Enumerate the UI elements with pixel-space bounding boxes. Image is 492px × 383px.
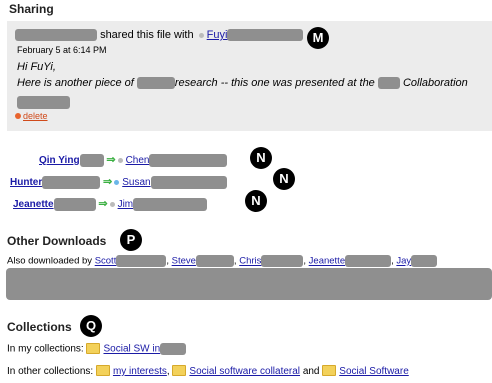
other-downloads-heading: Other Downloads xyxy=(7,234,107,248)
annotation-badge-n: N xyxy=(250,147,272,169)
sharing-panel: shared this file with Fuyi M February 5 … xyxy=(7,21,492,131)
share-text: shared this file with xyxy=(100,29,194,41)
presence-icon xyxy=(198,32,204,38)
share-to-link[interactable]: Chen xyxy=(126,155,150,166)
other-collections-row: In other collections: my interests, Soci… xyxy=(7,365,409,378)
folder-icon xyxy=(95,365,110,376)
sharing-heading: Sharing xyxy=(9,2,54,16)
redacted-name xyxy=(149,153,228,167)
redacted-name xyxy=(150,175,227,189)
message-body-end: Collaboration xyxy=(402,77,468,89)
redacted-signature xyxy=(17,96,70,109)
share-to-link[interactable]: Susan xyxy=(122,177,150,188)
annotation-badge-p: P xyxy=(120,229,142,251)
message-greeting: Hi FuYi, xyxy=(17,61,56,73)
folder-icon xyxy=(86,342,101,354)
delete-link[interactable]: delete xyxy=(23,111,48,121)
folder-icon xyxy=(322,365,337,376)
and-text: and xyxy=(302,366,320,378)
redacted-user xyxy=(15,29,97,42)
redacted-name xyxy=(261,255,304,267)
downloader-link[interactable]: Jay xyxy=(396,256,411,267)
my-collections-prefix: In my collections: xyxy=(7,343,84,355)
downloader-link[interactable]: Scott xyxy=(95,256,117,267)
share-to-link[interactable]: Jim xyxy=(118,199,134,210)
redacted-name xyxy=(411,255,438,267)
redacted-block xyxy=(6,268,492,300)
annotation-badge-n: N xyxy=(273,168,295,190)
redacted-name xyxy=(42,175,101,189)
collection-link[interactable]: Social SW in xyxy=(103,344,160,355)
redacted-name xyxy=(227,29,304,42)
message-body-mid: research -- this one was presented at th… xyxy=(174,77,375,89)
message-body-start: Here is another piece of xyxy=(17,77,134,89)
downloads-row: Also downloaded by Scott, Steve, Chris, … xyxy=(7,255,438,267)
delete-icon xyxy=(15,113,21,119)
share-row: Hunter ⇒ Susan xyxy=(10,175,227,189)
folder-icon xyxy=(172,365,187,376)
share-date: February 5 at 6:14 PM xyxy=(17,45,107,55)
annotation-badge-q: Q xyxy=(80,315,102,337)
share-target-link[interactable]: Fuyi xyxy=(207,29,228,41)
collections-heading: Collections xyxy=(7,320,72,334)
presence-icon xyxy=(109,201,115,207)
downloads-prefix: Also downloaded by xyxy=(7,255,93,267)
other-collections-prefix: In other collections: xyxy=(7,366,94,378)
downloader-link[interactable]: Steve xyxy=(172,256,196,267)
redacted-text xyxy=(377,77,400,90)
downloader-link[interactable]: Jeanette xyxy=(309,256,345,267)
redacted-name xyxy=(79,153,104,167)
redacted-name xyxy=(160,343,187,355)
presence-icon xyxy=(114,179,120,185)
collection-link[interactable]: my interests xyxy=(113,366,167,377)
share-from-link[interactable]: Hunter xyxy=(10,177,42,188)
redacted-name xyxy=(195,255,234,267)
arrow-icon: ⇒ xyxy=(106,154,116,166)
redacted-text xyxy=(136,77,175,90)
redacted-name xyxy=(345,255,392,267)
redacted-name xyxy=(53,197,96,211)
collection-link[interactable]: Social software collateral xyxy=(189,366,300,377)
annotation-badge-m: M xyxy=(307,27,329,49)
collection-link[interactable]: Social Software xyxy=(339,366,408,377)
arrow-icon: ⇒ xyxy=(98,198,108,210)
share-row: Qin Ying ⇒ Chen xyxy=(39,153,228,167)
redacted-name xyxy=(133,197,208,211)
redacted-name xyxy=(116,255,167,267)
downloader-link[interactable]: Chris xyxy=(239,256,261,267)
my-collections-row: In my collections: Social SW in xyxy=(7,342,187,355)
presence-icon xyxy=(117,157,123,163)
share-from-link[interactable]: Qin Ying xyxy=(39,155,80,166)
arrow-icon: ⇒ xyxy=(103,176,113,188)
share-from-link[interactable]: Jeanette xyxy=(13,199,54,210)
share-row: Jeanette ⇒ Jim xyxy=(13,197,208,211)
annotation-badge-n: N xyxy=(245,190,267,212)
